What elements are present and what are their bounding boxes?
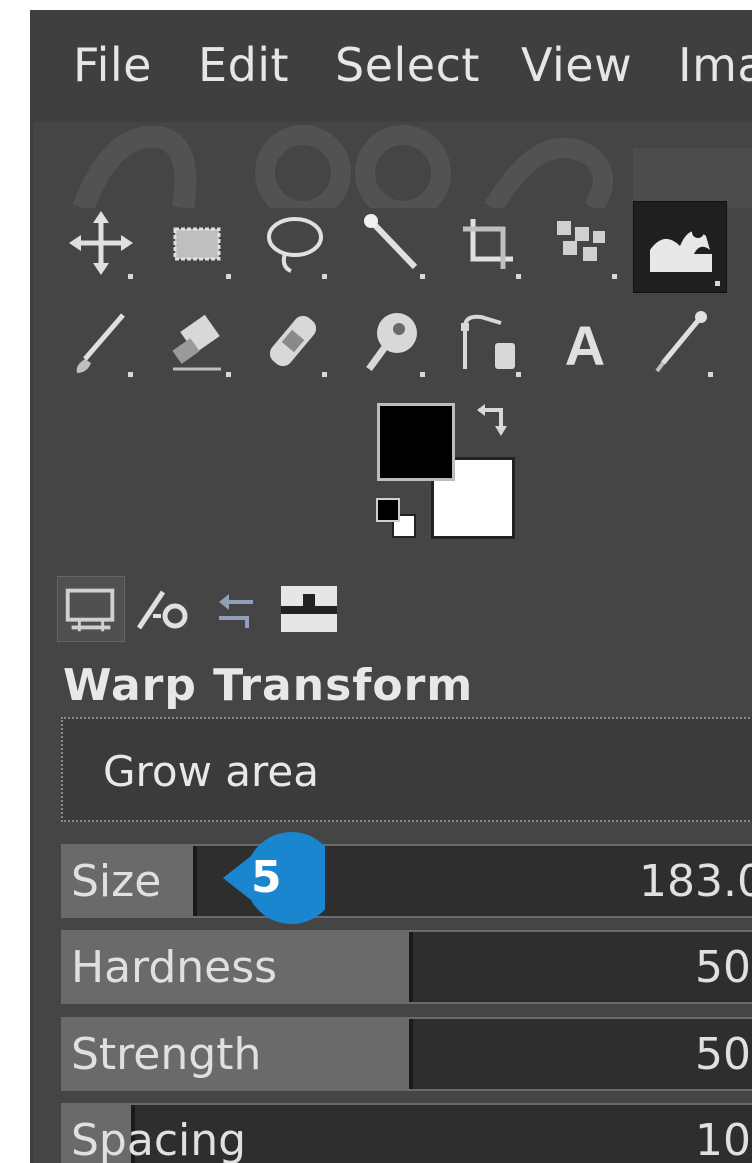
strength-slider[interactable]: Strength 50.: [61, 1017, 752, 1091]
paintbrush-tool-icon[interactable]: [63, 303, 139, 383]
slider-handle[interactable]: [409, 932, 413, 1002]
step-number: 5: [251, 852, 282, 903]
spacing-value: 10.: [695, 1115, 752, 1163]
foreground-color-swatch[interactable]: [377, 403, 455, 481]
images-icon: [281, 586, 337, 632]
slider-handle[interactable]: [193, 846, 198, 916]
hardness-value: 50.: [695, 942, 752, 993]
svg-text:A: A: [565, 314, 605, 377]
menu-view[interactable]: View: [521, 38, 632, 92]
tab-images[interactable]: [269, 576, 349, 642]
hardness-slider[interactable]: Hardness 50.: [61, 930, 752, 1004]
menu-select[interactable]: Select: [335, 38, 480, 92]
background-artwork: [73, 125, 752, 208]
color-picker-tool-icon[interactable]: [643, 303, 719, 383]
gimp-window: File Edit Select View Im a: [30, 10, 752, 1163]
menu-image[interactable]: Ima: [678, 38, 752, 92]
size-label: Size: [71, 856, 162, 907]
swap-colors-icon[interactable]: [473, 400, 513, 440]
smudge-tool-icon[interactable]: [355, 303, 431, 383]
hardness-label: Hardness: [71, 942, 278, 993]
paths-tool-icon[interactable]: [451, 303, 527, 383]
tab-tool-options[interactable]: [57, 576, 125, 642]
unified-transform-tool-icon[interactable]: [547, 205, 623, 285]
menu-file[interactable]: File: [73, 38, 152, 92]
tool-options-icon: [65, 588, 115, 632]
slider-handle[interactable]: [409, 1019, 413, 1089]
text-tool-icon[interactable]: A: [547, 303, 623, 383]
default-colors-icon[interactable]: [373, 495, 419, 541]
menu-edit[interactable]: Edit: [198, 38, 289, 92]
size-slider[interactable]: Size 183.0: [61, 844, 752, 918]
step-badge: 5: [205, 826, 325, 936]
undo-history-icon: [219, 594, 253, 628]
behavior-select[interactable]: Grow area: [61, 717, 752, 822]
size-value: 183.0: [639, 856, 752, 907]
move-tool-icon[interactable]: [63, 205, 139, 285]
tab-undo-history[interactable]: [207, 576, 265, 642]
eraser-tool-icon[interactable]: [161, 303, 237, 383]
spacing-label: Spacing: [71, 1115, 247, 1163]
strength-label: Strength: [71, 1029, 262, 1080]
toolbox: A: [33, 201, 752, 385]
strength-value: 50.: [695, 1029, 752, 1080]
warp-transform-tool-icon[interactable]: [633, 201, 727, 293]
spacing-slider[interactable]: Spacing 10.: [61, 1103, 752, 1163]
rect-select-tool-icon[interactable]: [161, 205, 237, 285]
fuzzy-select-tool-icon[interactable]: [355, 205, 431, 285]
crop-tool-icon[interactable]: [451, 205, 527, 285]
behavior-select-value: Grow area: [103, 747, 319, 796]
tab-device-status[interactable]: [129, 576, 205, 642]
dock-tabs: [57, 576, 752, 646]
free-select-tool-icon[interactable]: [257, 205, 333, 285]
heal-tool-icon[interactable]: [257, 303, 333, 383]
device-status-icon: [136, 590, 188, 630]
menubar: File Edit Select View Ima: [33, 10, 752, 122]
tool-options-title: Warp Transform: [63, 660, 474, 711]
